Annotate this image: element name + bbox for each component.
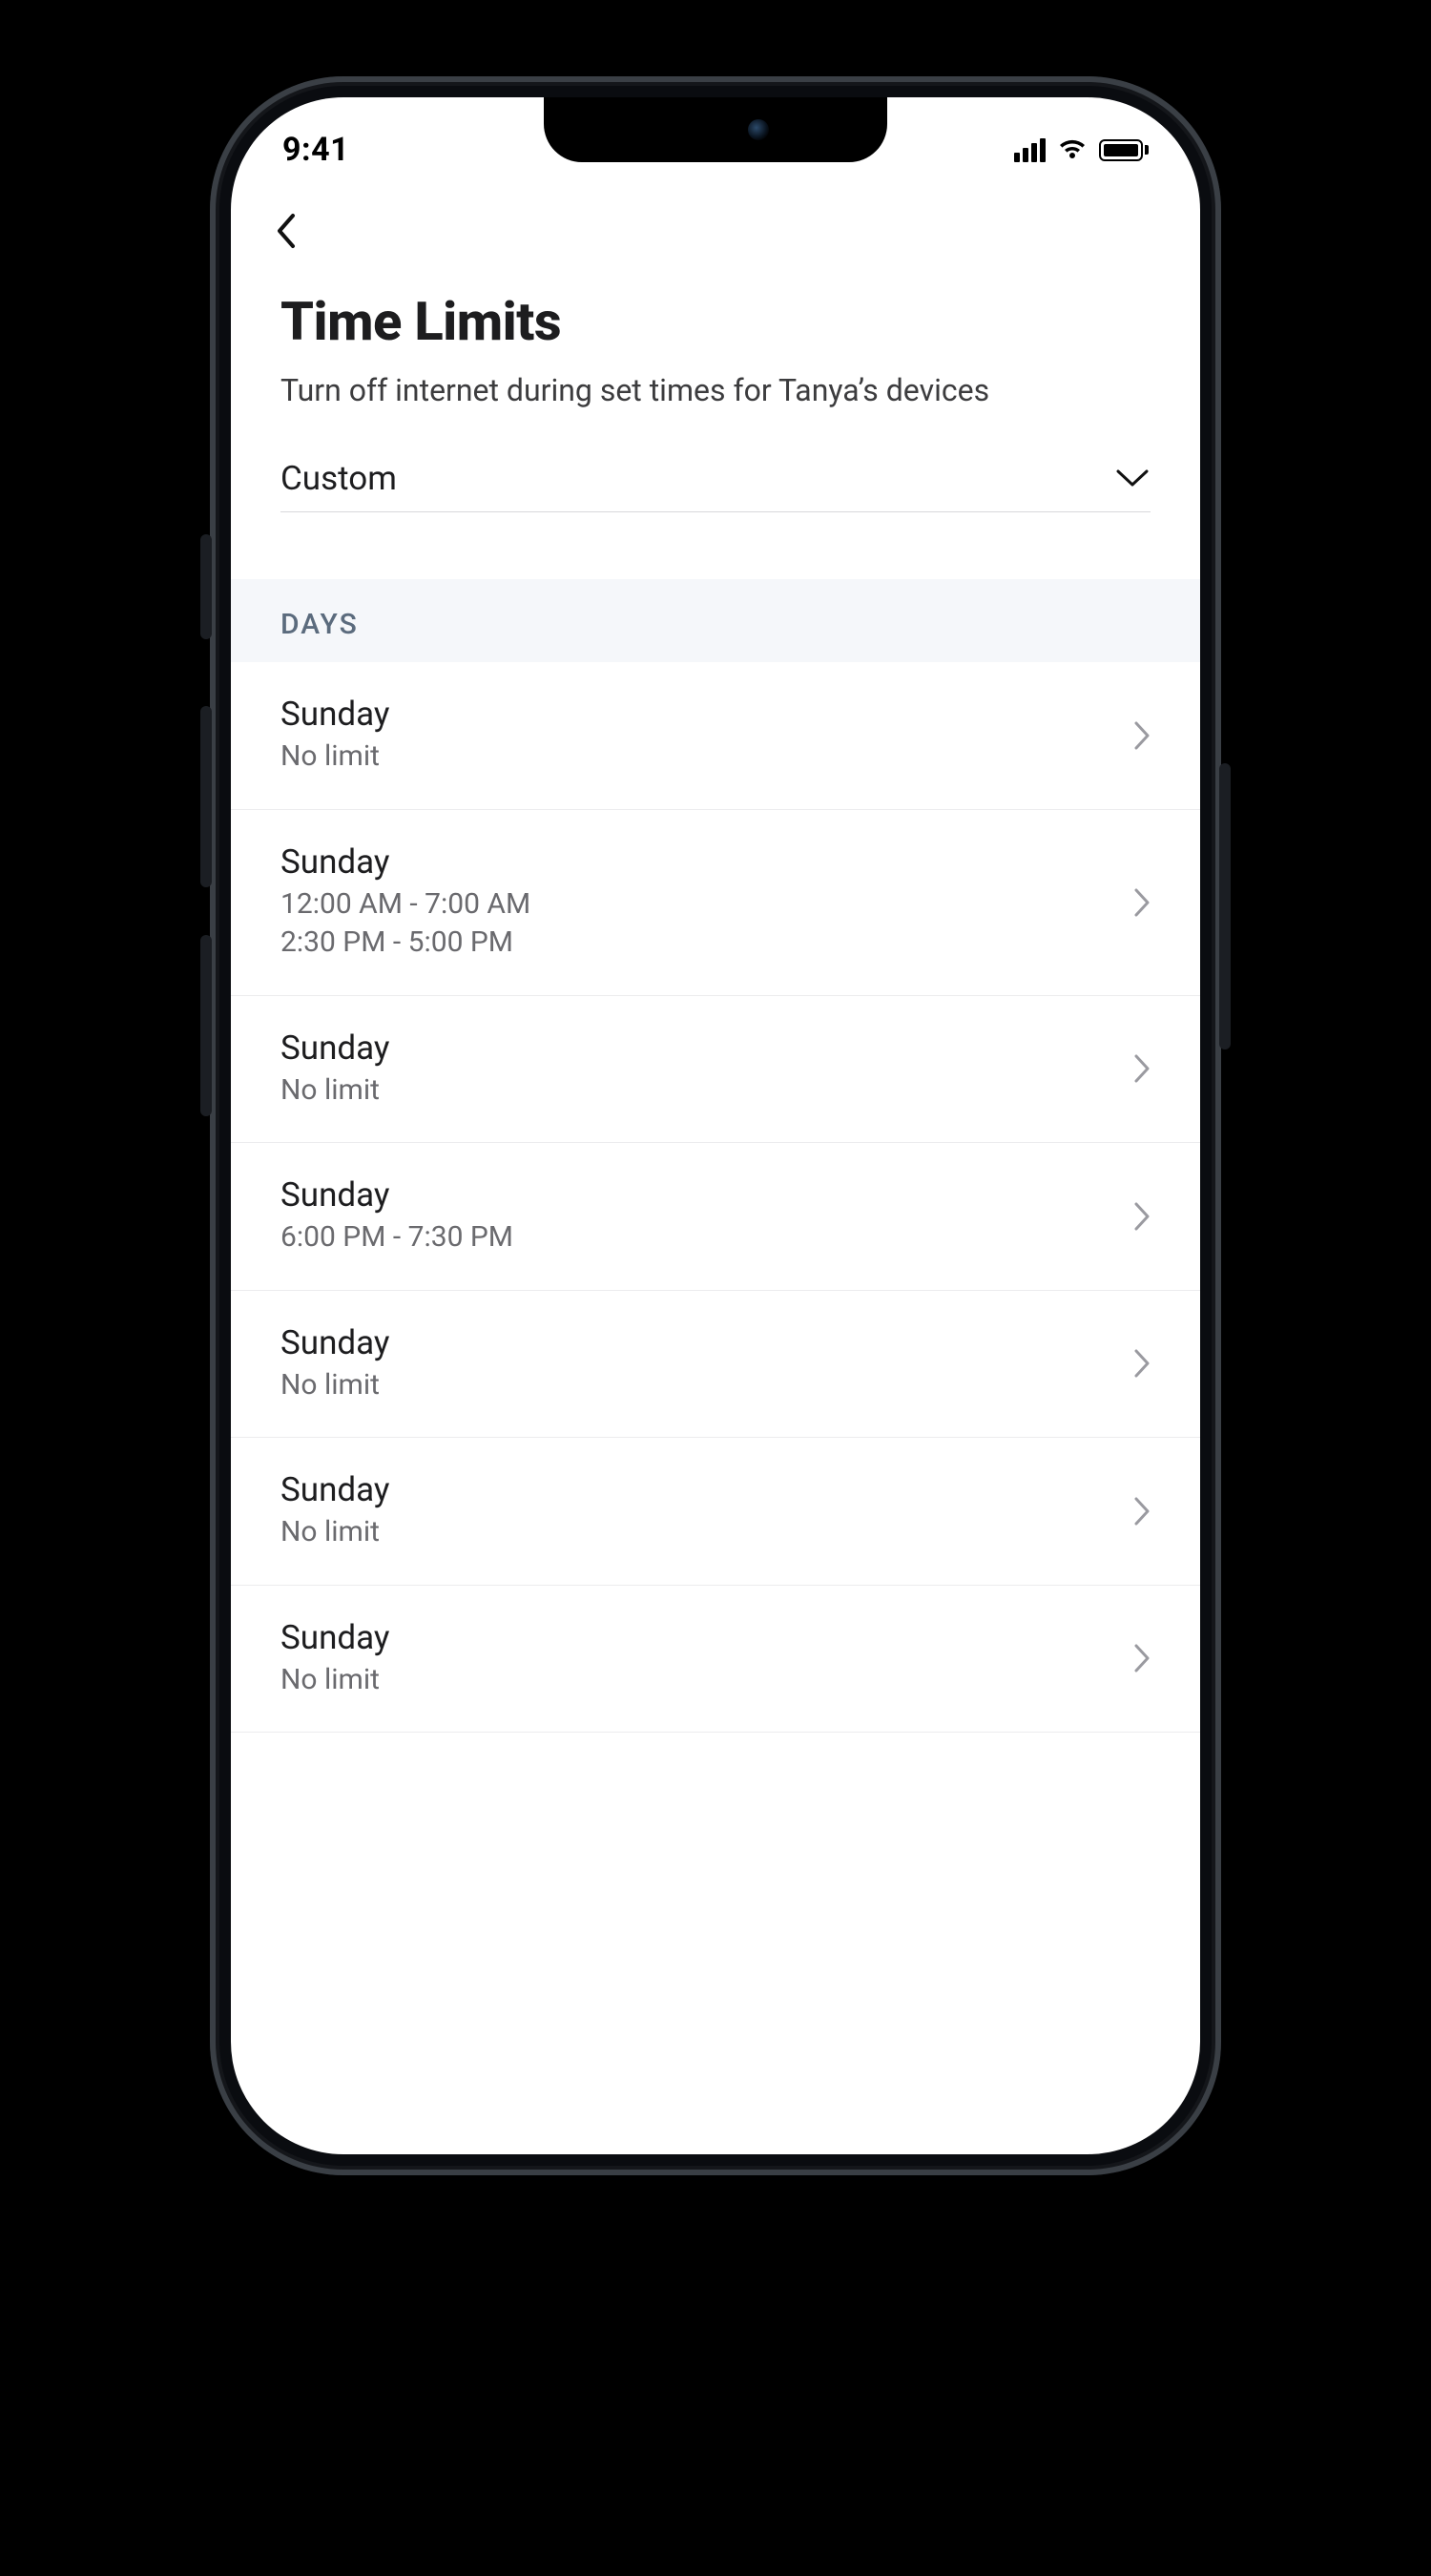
chevron-right-icon <box>1133 1053 1151 1084</box>
day-name: Sunday <box>280 695 390 734</box>
day-detail: No limit <box>280 1513 390 1552</box>
day-detail: 6:00 PM - 7:30 PM <box>280 1218 513 1257</box>
days-section-header: DAYS <box>231 579 1200 662</box>
side-button <box>200 534 212 639</box>
page-subtitle: Turn off internet during set times for T… <box>280 370 1006 411</box>
day-row[interactable]: SundayNo limit <box>231 996 1200 1144</box>
days-section-label: DAYS <box>280 608 1151 641</box>
page-title: Time Limits <box>280 290 1151 353</box>
chevron-down-icon <box>1114 467 1151 490</box>
chevron-right-icon <box>1133 1643 1151 1673</box>
day-row[interactable]: SundayNo limit <box>231 662 1200 810</box>
day-list: SundayNo limitSunday12:00 AM - 7:00 AM 2… <box>231 662 1200 1733</box>
chevron-right-icon <box>1133 887 1151 918</box>
side-button <box>200 706 212 887</box>
wifi-icon <box>1057 138 1088 161</box>
chevron-right-icon <box>1133 1201 1151 1232</box>
phone-frame: 9:41 Time Limits Turn <box>210 76 1221 2175</box>
side-button <box>1219 763 1231 1049</box>
day-row-text: Sunday No limit <box>280 1618 390 1700</box>
day-name: Sunday <box>280 1323 390 1362</box>
chevron-right-icon <box>1133 1348 1151 1379</box>
preset-dropdown-label: Custom <box>280 459 397 498</box>
nav-row <box>231 183 1200 263</box>
day-detail: No limit <box>280 1366 390 1405</box>
back-button[interactable] <box>273 210 315 252</box>
side-button <box>200 935 212 1116</box>
day-row[interactable]: Sunday No limit <box>231 1586 1200 1734</box>
status-time: 9:41 <box>282 131 349 169</box>
day-row-text: Sunday No limit <box>280 1470 390 1552</box>
notch <box>544 97 887 162</box>
day-name: Sunday <box>280 1618 390 1657</box>
chevron-right-icon <box>1133 1496 1151 1527</box>
day-detail: No limit <box>280 737 390 777</box>
front-camera-icon <box>748 119 769 140</box>
battery-icon <box>1099 139 1149 161</box>
day-row-text: SundayNo limit <box>280 1028 390 1111</box>
day-detail: No limit <box>280 1071 390 1111</box>
day-detail: 12:00 AM - 7:00 AM 2:30 PM - 5:00 PM <box>280 885 530 963</box>
day-row-text: Sunday6:00 PM - 7:30 PM <box>280 1175 513 1257</box>
preset-dropdown[interactable]: Custom <box>280 459 1151 512</box>
day-row[interactable]: Sunday No limit <box>231 1291 1200 1439</box>
day-name: Sunday <box>280 1028 390 1068</box>
day-row-text: Sunday12:00 AM - 7:00 AM 2:30 PM - 5:00 … <box>280 842 530 963</box>
day-row-text: SundayNo limit <box>280 695 390 777</box>
chevron-right-icon <box>1133 720 1151 751</box>
day-row[interactable]: Sunday No limit <box>231 1438 1200 1586</box>
cellular-signal-icon <box>1014 138 1046 162</box>
chevron-left-icon <box>273 212 301 250</box>
day-detail: No limit <box>280 1661 390 1700</box>
status-indicators <box>1014 138 1149 162</box>
day-row[interactable]: Sunday12:00 AM - 7:00 AM 2:30 PM - 5:00 … <box>231 810 1200 996</box>
day-name: Sunday <box>280 1470 390 1509</box>
screen: 9:41 Time Limits Turn <box>231 97 1200 2154</box>
day-name: Sunday <box>280 842 530 882</box>
day-name: Sunday <box>280 1175 513 1215</box>
page-header: Time Limits Turn off internet during set… <box>231 263 1200 411</box>
day-row[interactable]: Sunday6:00 PM - 7:30 PM <box>231 1143 1200 1291</box>
day-row-text: Sunday No limit <box>280 1323 390 1405</box>
